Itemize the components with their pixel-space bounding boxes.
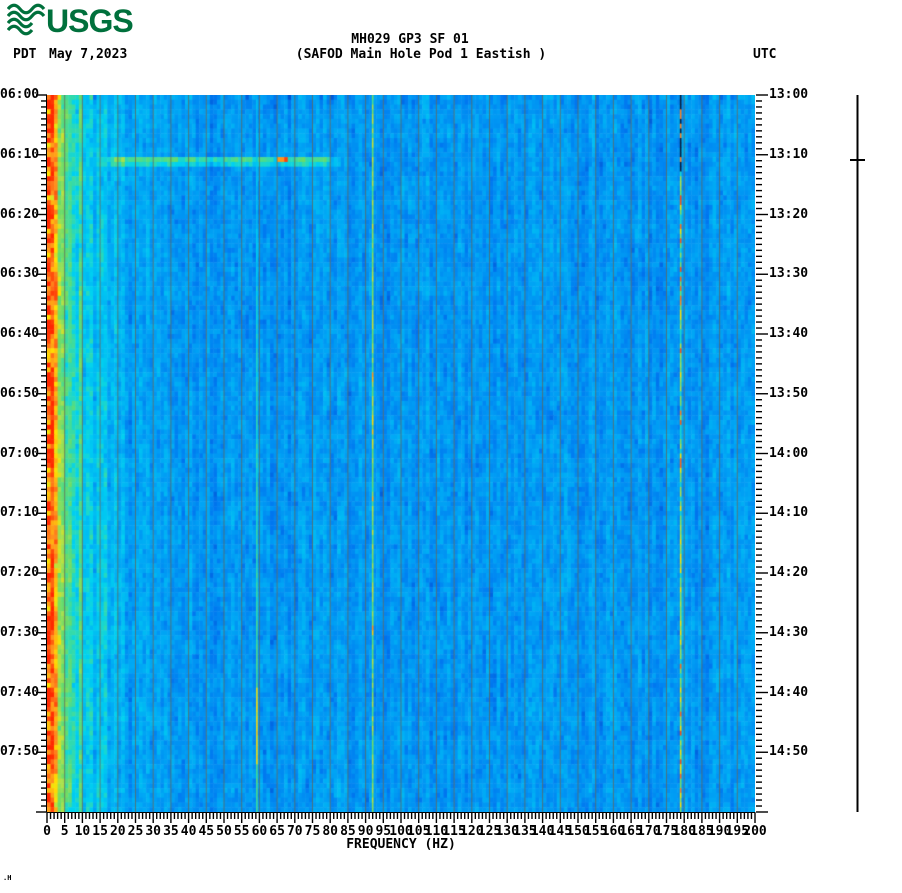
y-axis-label-pdt: 06:40 bbox=[0, 327, 38, 341]
y-axis-label-pdt: 06:10 bbox=[0, 148, 38, 162]
y-axis-label-pdt: 07:00 bbox=[0, 447, 38, 461]
y-axis-label-pdt: 07:50 bbox=[0, 745, 38, 759]
y-axis-label-utc: 13:40 bbox=[769, 327, 808, 341]
y-axis-label-utc: 13:10 bbox=[769, 148, 808, 162]
page-title: MH029 GP3 SF 01 bbox=[351, 33, 468, 47]
y-axis-label-utc: 14:00 bbox=[769, 447, 808, 461]
date-label: May 7,2023 bbox=[49, 48, 127, 62]
timezone-right-label: UTC bbox=[753, 48, 776, 62]
timezone-left-label: PDT bbox=[13, 48, 36, 62]
y-axis-label-pdt: 06:20 bbox=[0, 208, 38, 222]
page-subtitle: (SAFOD Main Hole Pod 1 Eastish ) bbox=[296, 48, 546, 62]
y-axis-label-pdt: 06:30 bbox=[0, 267, 38, 281]
y-axis-label-utc: 14:20 bbox=[769, 566, 808, 580]
y-axis-label-pdt: 07:20 bbox=[0, 566, 38, 580]
usgs-logo-text: USGS bbox=[46, 3, 133, 39]
y-axis-label-pdt: 07:30 bbox=[0, 626, 38, 640]
spectrogram-canvas bbox=[47, 95, 755, 812]
usgs-waves-icon bbox=[8, 5, 44, 34]
y-axis-label-utc: 14:10 bbox=[769, 506, 808, 520]
y-axis-label-pdt: 06:00 bbox=[0, 88, 38, 102]
usgs-logo: USGS bbox=[7, 2, 137, 40]
y-axis-label-utc: 14:40 bbox=[769, 686, 808, 700]
spectrogram-page: USGS MH029 GP3 SF 01 (SAFOD Main Hole Po… bbox=[0, 0, 902, 893]
y-axis-label-pdt: 06:50 bbox=[0, 387, 38, 401]
y-axis-label-utc: 13:30 bbox=[769, 267, 808, 281]
corner-glyph: .H bbox=[3, 875, 11, 882]
y-axis-label-utc: 14:30 bbox=[769, 626, 808, 640]
y-axis-label-utc: 13:20 bbox=[769, 208, 808, 222]
x-axis-title: FREQUENCY (HZ) bbox=[346, 838, 456, 852]
y-axis-label-pdt: 07:10 bbox=[0, 506, 38, 520]
y-axis-label-pdt: 07:40 bbox=[0, 686, 38, 700]
y-axis-label-utc: 13:50 bbox=[769, 387, 808, 401]
y-axis-label-utc: 14:50 bbox=[769, 745, 808, 759]
x-axis-tick-label: 200 bbox=[740, 825, 770, 838]
y-axis-label-utc: 13:00 bbox=[769, 88, 808, 102]
